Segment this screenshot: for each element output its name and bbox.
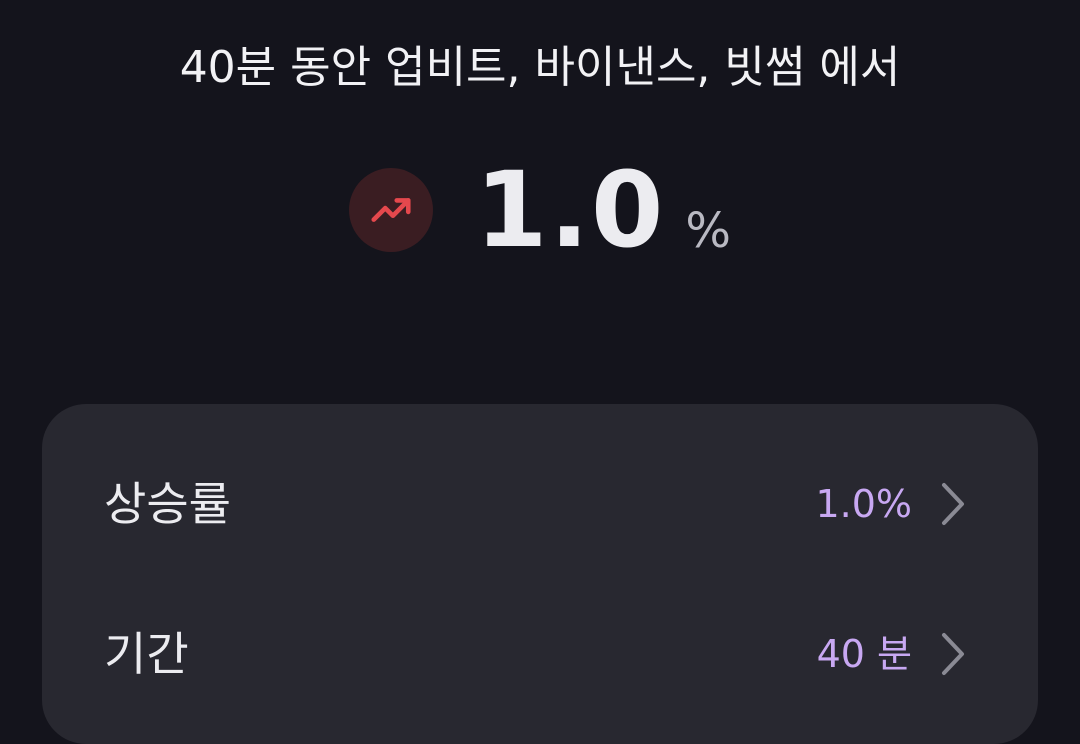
trending-up-icon [371,198,411,222]
chevron-right-icon [938,631,968,677]
setting-row-rise-rate[interactable]: 상승률 1.0% [42,449,1038,559]
trend-indicator [349,168,434,252]
setting-row-period[interactable]: 기간 40 분 [42,599,1038,709]
exchange-summary-text: 40분 동안 업비트, 바이낸스, 빗썸 에서 [179,42,901,93]
setting-label-period: 기간 [104,627,189,681]
rate-display: 1.0 % [0,150,1080,270]
setting-value-period: 40 분 [816,632,912,676]
chevron-right-icon [938,481,968,527]
rate-value: 1.0 [475,149,666,271]
setting-value-rise-rate: 1.0% [815,482,912,526]
rate-unit: % [685,203,731,259]
setting-label-rise-rate: 상승률 [104,477,231,531]
settings-card: 상승률 1.0% 기간 40 분 [42,404,1038,744]
